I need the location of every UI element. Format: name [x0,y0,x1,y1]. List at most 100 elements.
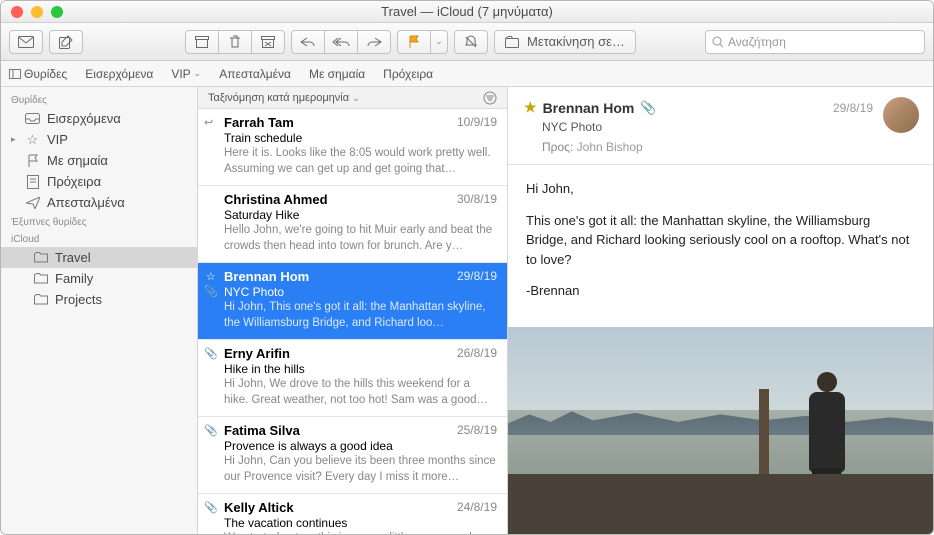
sidebar-item-projects[interactable]: Projects [1,289,197,310]
favorites-bar: Θυρίδες Εισερχόμενα VIP⌄ Απεσταλμένα Με … [1,61,933,87]
sidebar-item-inbox[interactable]: Εισερχόμενα [1,108,197,129]
message-from: Farrah Tam [224,115,294,130]
reply-all-button[interactable] [324,30,358,54]
content-area: Θυρίδες Εισερχόμενα ☆VIP Με σημαία Πρόχε… [1,87,933,534]
sidebar-item-family[interactable]: Family [1,268,197,289]
flag-menu-button[interactable]: ⌄ [430,30,448,54]
sidebar-header-icloud: iCloud [1,230,197,247]
folder-icon [33,292,48,307]
message-row[interactable]: Christina Ahmed 30/8/19Saturday HikeHello… [198,186,507,263]
sidebar: Θυρίδες Εισερχόμενα ☆VIP Με σημαία Πρόχε… [1,87,198,534]
toolbar: ⌄ Μετακίνηση σε… Αναζήτηση [1,23,933,61]
move-icon [505,36,521,48]
message-subject: Train schedule [224,131,497,145]
message-row[interactable]: ↩ Farrah Tam 10/9/19Train scheduleHere it … [198,109,507,186]
reader-pane: ★ Brennan Hom 📎 29/8/19 NYC Photo Προς: … [508,87,933,534]
message-from: Fatima Silva [224,423,300,438]
sidebar-item-vip[interactable]: ☆VIP [1,129,197,150]
mute-button[interactable] [454,30,488,54]
window-title: Travel — iCloud (7 μηνύματα) [1,4,933,19]
archive-button[interactable] [185,30,219,54]
message-row[interactable]: ☆📎Brennan Hom29/8/19NYC PhotoHi John, Th… [198,263,507,340]
message-subject: Saturday Hike [224,208,497,222]
folder-icon [33,271,48,286]
fav-mailboxes[interactable]: Θυρίδες [9,67,67,81]
reader-to: Προς: John Bishop [542,140,917,154]
attachment-icon: 📎 [204,424,218,437]
flag-icon [25,153,40,168]
message-from: Christina Ahmed [224,192,328,207]
message-date: 29/8/19 [457,269,497,284]
attachment-icon: 📎 [204,347,218,360]
move-to-label: Μετακίνηση σε… [527,34,625,49]
sidebar-item-travel[interactable]: Travel [1,247,197,268]
reply-icon: ↩ [204,116,213,129]
message-subject: The vacation continues [224,516,497,530]
get-mail-button[interactable] [9,30,43,54]
message-date: 10/9/19 [457,115,497,130]
filter-icon[interactable] [483,91,497,105]
attachment-icon: 📎 [204,285,218,298]
message-subject: NYC Photo [224,285,497,299]
attachment-icon: 📎 [204,501,218,514]
sidebar-item-drafts[interactable]: Πρόχειρα [1,171,197,192]
message-subject: Provence is always a good idea [224,439,497,453]
folder-icon [33,250,48,265]
fav-vip[interactable]: VIP⌄ [171,67,201,81]
forward-button[interactable] [357,30,391,54]
message-date: 26/8/19 [457,346,497,361]
message-date: 24/8/19 [457,500,497,515]
reader-date: 29/8/19 [833,101,873,115]
move-to-button[interactable]: Μετακίνηση σε… [494,30,636,54]
search-icon [712,36,724,48]
message-date: 25/8/19 [457,423,497,438]
message-preview: Hi John, This one's got it all: the Manh… [224,300,497,331]
sidebar-header-smart: Έξυπνες θυρίδες [1,213,197,230]
attachment-image[interactable] [508,327,933,535]
message-from: Erny Arifin [224,346,290,361]
sidebar-icon [9,69,21,79]
message-list-scroll[interactable]: ↩ Farrah Tam 10/9/19Train scheduleHere it … [198,109,507,534]
message-subject: Hike in the hills [224,362,497,376]
message-row[interactable]: 📎 Erny Arifin 26/8/19Hike in the hillsHi J… [198,340,507,417]
chevron-down-icon: ⌄ [194,68,202,79]
mail-window: Travel — iCloud (7 μηνύματα) ⌄ Μετακίνησ… [0,0,934,535]
titlebar: Travel — iCloud (7 μηνύματα) [1,1,933,23]
junk-button[interactable] [251,30,285,54]
sidebar-item-sent[interactable]: Απεσταλμένα [1,192,197,213]
message-row[interactable]: 📎 Fatima Silva 25/8/19Provence is always a… [198,417,507,494]
sort-header[interactable]: Ταξινόμηση κατά ημερομηνία ⌄ [198,87,507,109]
message-date: 30/8/19 [457,192,497,207]
avatar[interactable] [883,97,919,133]
delete-button[interactable] [218,30,252,54]
search-field[interactable]: Αναζήτηση [705,30,925,54]
fav-drafts[interactable]: Πρόχειρα [383,67,433,81]
message-preview: Hi John, Can you believe its been three … [224,454,497,485]
message-row[interactable]: 📎 Kelly Altick 24/8/19The vacation continu… [198,494,507,534]
star-icon[interactable]: ★ [524,99,537,116]
compose-button[interactable] [49,30,83,54]
message-preview: Hi John, We drove to the hills this week… [224,377,497,408]
fav-flagged[interactable]: Με σημαία [309,67,365,81]
draft-icon [25,174,40,189]
reply-button[interactable] [291,30,325,54]
reader-header: ★ Brennan Hom 📎 29/8/19 NYC Photo Προς: … [508,87,933,165]
reader-body: Hi John, This one's got it all: the Manh… [508,165,933,327]
sidebar-item-flagged[interactable]: Με σημαία [1,150,197,171]
message-from: Kelly Altick [224,500,294,515]
message-preview: We started out on this journey a little … [224,531,497,534]
message-from: Brennan Hom [224,269,309,284]
sent-icon [25,195,40,210]
sidebar-header-mailboxes: Θυρίδες [1,91,197,108]
message-preview: Hello John, we're going to hit Muir earl… [224,223,497,254]
fav-sent[interactable]: Απεσταλμένα [219,67,291,81]
reader-from: Brennan Hom [543,100,635,116]
reader-subject: NYC Photo [542,120,917,134]
inbox-icon [25,111,40,126]
fav-inbox[interactable]: Εισερχόμενα [85,67,153,81]
star-icon: ☆ [25,132,40,147]
message-preview: Here it is. Looks like the 8:05 would wo… [224,146,497,177]
flag-button[interactable] [397,30,431,54]
attachment-icon: 📎 [640,100,656,116]
message-list: Ταξινόμηση κατά ημερομηνία ⌄ ↩ Farrah Tam… [198,87,508,534]
